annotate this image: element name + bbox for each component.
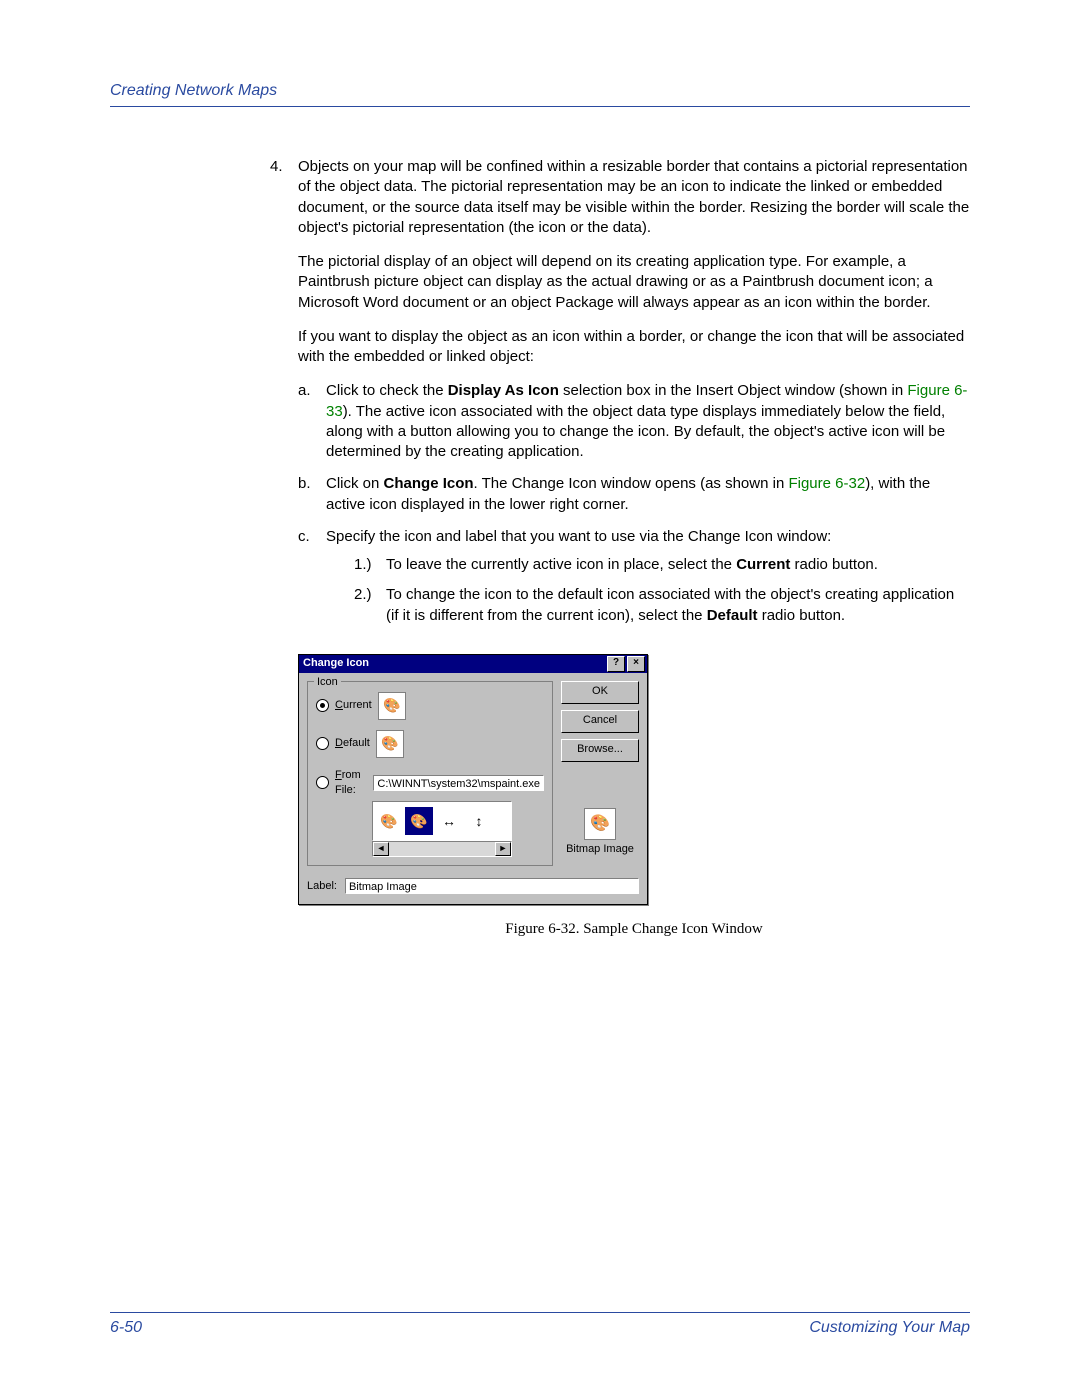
- subsub-1-marker: 1.): [354, 555, 386, 575]
- preview-caption: Bitmap Image: [566, 842, 634, 857]
- substep-b-marker: b.: [298, 474, 326, 515]
- underline: C: [335, 699, 343, 711]
- bold-text: Default: [707, 607, 758, 624]
- dialog-title: Change Icon: [303, 656, 605, 671]
- groupbox-label: Icon: [314, 675, 341, 690]
- radio-current[interactable]: [316, 699, 329, 712]
- close-button[interactable]: ×: [627, 656, 645, 672]
- icon-chooser-strip[interactable]: 🎨 🎨 ↔ ↕: [372, 801, 512, 841]
- underline: F: [335, 769, 342, 781]
- step4-paragraph-3: If you want to display the object as an …: [298, 327, 970, 368]
- icon-choice[interactable]: ↕: [465, 807, 493, 835]
- figure-link[interactable]: Figure 6-32: [788, 475, 865, 492]
- underline: D: [335, 737, 343, 749]
- substep-a-marker: a.: [298, 381, 326, 462]
- substep-a-text: Click to check the Display As Icon selec…: [326, 381, 970, 462]
- scroll-left-button[interactable]: ◄: [373, 842, 389, 856]
- text: abel:: [313, 880, 337, 892]
- subsub-1-text: To leave the currently active icon in pl…: [386, 555, 970, 575]
- substep-b-text: Click on Change Icon. The Change Icon wi…: [326, 474, 970, 515]
- icon-scrollbar[interactable]: ◄ ►: [372, 841, 512, 857]
- header-rule: [110, 106, 970, 107]
- scroll-right-button[interactable]: ►: [495, 842, 511, 856]
- text: urrent: [343, 699, 372, 711]
- cancel-button[interactable]: Cancel: [561, 710, 639, 733]
- icon-choice[interactable]: 🎨: [375, 807, 403, 835]
- browse-button[interactable]: Browse...: [561, 739, 639, 762]
- step4-paragraph-1: Objects on your map will be confined wit…: [298, 157, 970, 238]
- default-icon: 🎨: [376, 730, 404, 758]
- bold-text: Change Icon: [384, 475, 474, 492]
- text: selection box in the Insert Object windo…: [559, 382, 908, 399]
- text: Click on: [326, 475, 384, 492]
- step4-paragraph-2: The pictorial display of an object will …: [298, 252, 970, 313]
- radio-default[interactable]: [316, 737, 329, 750]
- label-input[interactable]: Bitmap Image: [345, 878, 639, 894]
- text: ). The active icon associated with the o…: [326, 403, 945, 461]
- page-footer: 6-50 Customizing Your Map: [110, 1312, 970, 1337]
- text: Click to check the: [326, 382, 448, 399]
- radio-default-label[interactable]: Default: [335, 736, 370, 751]
- radio-fromfile[interactable]: [316, 776, 329, 789]
- text: efault: [343, 737, 370, 749]
- substep-c-text: Specify the icon and label that you want…: [326, 527, 970, 547]
- subsub-2-text: To change the icon to the default icon a…: [386, 585, 970, 626]
- change-icon-dialog: Change Icon ? × Icon Current 🎨: [298, 654, 648, 906]
- radio-current-label[interactable]: Current: [335, 698, 372, 713]
- label-field-label: Label:: [307, 879, 337, 894]
- help-button[interactable]: ?: [607, 656, 625, 672]
- figure-caption: Figure 6-32. Sample Change Icon Window: [298, 919, 970, 939]
- current-icon: 🎨: [378, 692, 406, 720]
- icon-choice[interactable]: ↔: [435, 807, 463, 835]
- substep-c-marker: c.: [298, 527, 326, 636]
- text: radio button.: [758, 607, 846, 624]
- text: To leave the currently active icon in pl…: [386, 556, 736, 573]
- text: . The Change Icon window opens (as shown…: [474, 475, 789, 492]
- ok-button[interactable]: OK: [561, 681, 639, 704]
- text: rowse...: [584, 743, 623, 755]
- subsub-2-marker: 2.): [354, 585, 386, 626]
- step-number: 4.: [270, 157, 298, 940]
- fromfile-path-input[interactable]: C:\WINNT\system32\mspaint.exe: [373, 775, 544, 791]
- bold-text: Current: [736, 556, 790, 573]
- preview-icon: 🎨: [584, 808, 616, 840]
- dialog-titlebar[interactable]: Change Icon ? ×: [299, 655, 647, 673]
- text: To change the icon to the default icon a…: [386, 586, 954, 623]
- text: radio button.: [790, 556, 878, 573]
- icon-choice-selected[interactable]: 🎨: [405, 807, 433, 835]
- bold-text: Display As Icon: [448, 382, 559, 399]
- body-content: 4. Objects on your map will be confined …: [270, 157, 970, 940]
- section-header: Creating Network Maps: [110, 82, 970, 100]
- page-number: 6-50: [110, 1319, 142, 1337]
- icon-groupbox: Icon Current 🎨 Default 🎨: [307, 681, 553, 867]
- footer-section: Customizing Your Map: [809, 1319, 970, 1337]
- radio-fromfile-label[interactable]: From File:: [335, 768, 367, 798]
